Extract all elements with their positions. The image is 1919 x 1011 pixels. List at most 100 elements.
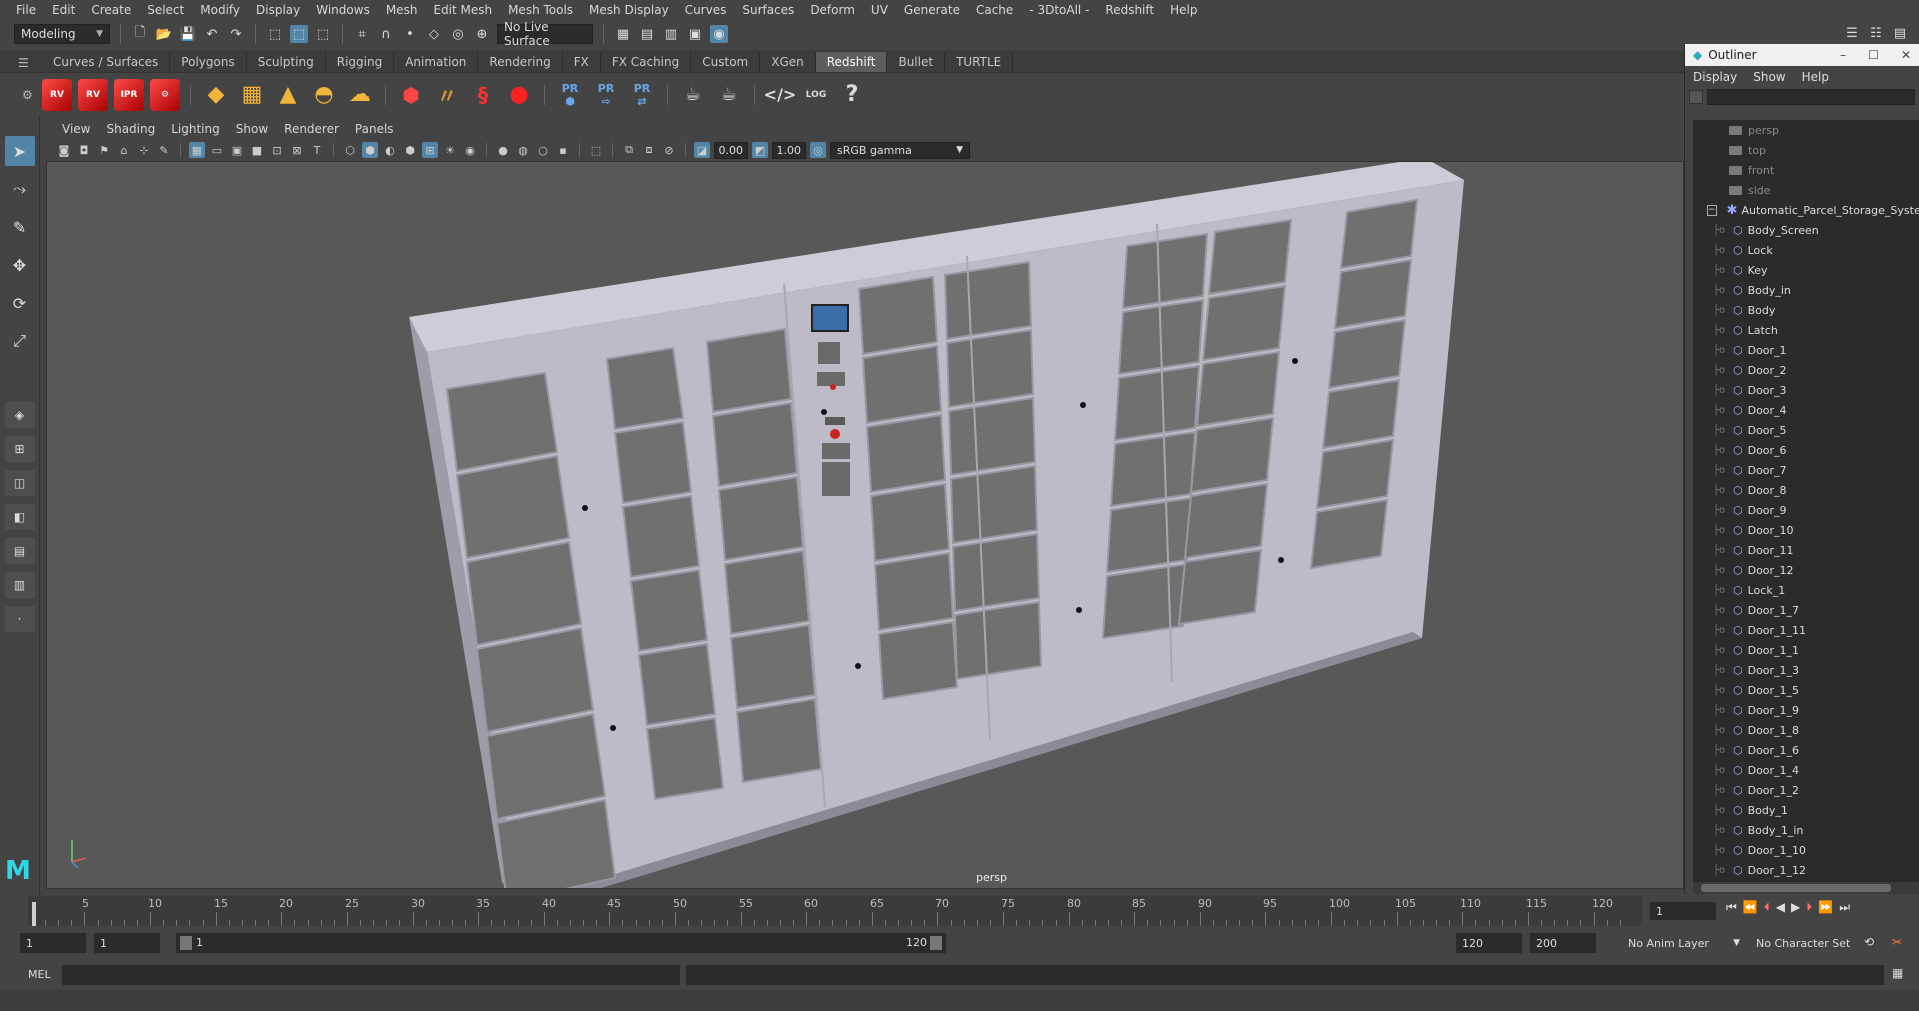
- outliner-item-door-1-4[interactable]: ├ο ⬡ Door_1_4: [1693, 760, 1919, 780]
- script-editor-icon[interactable]: </>: [764, 79, 797, 111]
- outliner-item-body-screen[interactable]: ├ο ⬡ Body_Screen: [1693, 220, 1919, 240]
- outliner-item-door-1-11[interactable]: ├ο ⬡ Door_1_11: [1693, 620, 1919, 640]
- snap-plane-icon[interactable]: ◇: [425, 25, 443, 43]
- persp-outliner-icon[interactable]: ◧: [4, 504, 35, 530]
- outliner-item-body[interactable]: ├ο ⬡ Body: [1693, 300, 1919, 320]
- snap-curve-icon[interactable]: ∩: [377, 25, 395, 43]
- ipr-render-icon[interactable]: ▥: [662, 25, 680, 43]
- snap-grid-icon[interactable]: ⌗: [353, 25, 371, 43]
- resolution-gate-icon[interactable]: ▣: [229, 142, 245, 158]
- isolate-select-icon[interactable]: ⬚: [588, 142, 604, 158]
- close-icon[interactable]: ✕: [1901, 48, 1911, 62]
- safe-title-icon[interactable]: T: [309, 142, 325, 158]
- undo-icon[interactable]: ↶: [203, 25, 221, 43]
- side-by-side-icon[interactable]: ◫: [4, 470, 35, 496]
- hypershade-icon[interactable]: ◉: [710, 25, 728, 43]
- time-slider[interactable]: 5 10 15 20 25 30 35 40 45 50 55 60 65 70 75 80 85 90 95 100…: [28, 896, 1642, 926]
- playback-end-field[interactable]: 120: [1456, 933, 1522, 953]
- shelf-tab-redshift[interactable]: Redshift: [815, 52, 888, 72]
- panel-menu-view[interactable]: View: [54, 122, 98, 136]
- outliner-item-door-1-2[interactable]: ├ο ⬡ Door_1_2: [1693, 780, 1919, 800]
- panel-menu-show[interactable]: Show: [228, 122, 276, 136]
- menu-set-dropdown[interactable]: Modeling ▼: [14, 24, 110, 44]
- outliner-item-body-1-in[interactable]: ├ο ⬡ Body_1_in: [1693, 820, 1919, 840]
- pr-icon-2[interactable]: PR ⇨: [591, 79, 621, 111]
- outliner-item-group[interactable]: − ✱ Automatic_Parcel_Storage_System: [1693, 200, 1919, 220]
- outliner-menu-show[interactable]: Show: [1753, 70, 1785, 84]
- outliner-item-door-11[interactable]: ├ο ⬡ Door_11: [1693, 540, 1919, 560]
- pr-icon-3[interactable]: PR ⇄: [627, 79, 657, 111]
- step-forward-key-icon[interactable]: ⏵: [1806, 900, 1812, 915]
- viewport-persp[interactable]: [46, 161, 1684, 889]
- script-editor-icon[interactable]: ▦: [1892, 966, 1903, 980]
- outliner-item-door-1-9[interactable]: ├ο ⬡ Door_1_9: [1693, 700, 1919, 720]
- command-input[interactable]: [62, 965, 680, 985]
- step-back-icon[interactable]: ⏪: [1743, 900, 1758, 915]
- snap-surface-icon[interactable]: ◎: [449, 25, 467, 43]
- render-frame-icon[interactable]: ▤: [638, 25, 656, 43]
- shelf-tab-rigging[interactable]: Rigging: [326, 52, 395, 72]
- view-transform-dropdown[interactable]: sRGB gamma ▼: [830, 141, 970, 159]
- outliner-menu-display[interactable]: Display: [1693, 70, 1737, 84]
- outliner-item-lock-1[interactable]: ├ο ⬡ Lock_1: [1693, 580, 1919, 600]
- anti-aliasing-icon[interactable]: ○: [535, 142, 551, 158]
- outliner-item-latch[interactable]: ├ο ⬡ Latch: [1693, 320, 1919, 340]
- menu-select[interactable]: Select: [139, 3, 192, 17]
- outliner-item-door-7[interactable]: ├ο ⬡ Door_7: [1693, 460, 1919, 480]
- outliner-scrollbar[interactable]: [1693, 882, 1919, 894]
- outliner-item-door-1-7[interactable]: ├ο ⬡ Door_1_7: [1693, 600, 1919, 620]
- shelf-tab-bullet[interactable]: Bullet: [887, 52, 946, 72]
- save-scene-icon[interactable]: 💾: [179, 25, 197, 43]
- redshift-render-icon[interactable]: RV: [78, 78, 108, 111]
- outliner-item-door-1-8[interactable]: ├ο ⬡ Door_1_8: [1693, 720, 1919, 740]
- gamma-field[interactable]: 1.00: [772, 141, 806, 159]
- select-tool-icon[interactable]: ➤: [4, 136, 35, 166]
- rs-proxy-icon[interactable]: ⬢: [396, 79, 426, 111]
- step-forward-icon[interactable]: ⏩: [1818, 900, 1833, 915]
- open-scene-icon[interactable]: 📂: [155, 25, 173, 43]
- outliner-item-lock[interactable]: ├ο ⬡ Lock: [1693, 240, 1919, 260]
- xray-components-icon[interactable]: ⊘: [661, 142, 677, 158]
- shelf-tab-custom[interactable]: Custom: [691, 52, 761, 72]
- outliner-item-door-1[interactable]: ├ο ⬡ Door_1: [1693, 340, 1919, 360]
- smooth-shade-icon[interactable]: ⬢: [362, 142, 378, 158]
- grease-pencil-icon[interactable]: ✎: [156, 142, 172, 158]
- menu-edit-mesh[interactable]: Edit Mesh: [425, 3, 500, 17]
- menu-surfaces[interactable]: Surfaces: [734, 3, 802, 17]
- menu-windows[interactable]: Windows: [308, 3, 378, 17]
- rs-tea-icon[interactable]: ☕: [678, 79, 708, 111]
- shelf-menu-icon[interactable]: ☰: [18, 56, 29, 70]
- rotate-tool-icon[interactable]: ⟳: [5, 288, 35, 318]
- shadows-icon[interactable]: ◉: [462, 142, 478, 158]
- shelf-tab-sculpting[interactable]: Sculpting: [247, 52, 326, 72]
- select-camera-icon[interactable]: ◙: [56, 142, 72, 158]
- field-chart-icon[interactable]: ⊡: [269, 142, 285, 158]
- rs-light-dome-icon[interactable]: ◓: [309, 79, 339, 111]
- exposure-icon[interactable]: ◪: [694, 142, 710, 158]
- select-hierarchy-icon[interactable]: ⬚: [266, 25, 284, 43]
- shelf-tab-rendering[interactable]: Rendering: [478, 52, 563, 72]
- persp-graph-icon[interactable]: ▤: [4, 538, 35, 564]
- maximize-icon[interactable]: ☐: [1868, 48, 1879, 62]
- outliner-search-input[interactable]: [1707, 89, 1915, 105]
- redo-icon[interactable]: ↷: [227, 25, 245, 43]
- camera-attributes-icon[interactable]: ◘: [76, 142, 92, 158]
- panel-menu-lighting[interactable]: Lighting: [163, 122, 228, 136]
- menu-display[interactable]: Display: [248, 3, 308, 17]
- outliner-menu-help[interactable]: Help: [1802, 70, 1829, 84]
- outliner-item-door-1-12[interactable]: ├ο ⬡ Door_1_12: [1693, 860, 1919, 880]
- rs-teapot-icon[interactable]: ☕: [714, 79, 744, 111]
- panel-menu-shading[interactable]: Shading: [98, 122, 163, 136]
- rs-sphere-icon[interactable]: ●: [504, 79, 534, 111]
- persp-hypershade-icon[interactable]: ▥: [4, 572, 35, 598]
- filter-icon[interactable]: [1689, 90, 1703, 104]
- play-backwards-icon[interactable]: ◀: [1776, 900, 1785, 915]
- play-forwards-icon[interactable]: ▶: [1791, 900, 1800, 915]
- four-view-icon[interactable]: ⊞: [4, 436, 35, 462]
- menu-cache[interactable]: Cache: [968, 3, 1021, 17]
- make-live-icon[interactable]: ⊕: [473, 25, 491, 43]
- default-material-icon[interactable]: ◐: [382, 142, 398, 158]
- go-to-end-icon[interactable]: ⏭: [1839, 900, 1850, 915]
- outliner-item-door-5[interactable]: ├ο ⬡ Door_5: [1693, 420, 1919, 440]
- shelf-tab-curves-surfaces[interactable]: Curves / Surfaces: [42, 52, 171, 72]
